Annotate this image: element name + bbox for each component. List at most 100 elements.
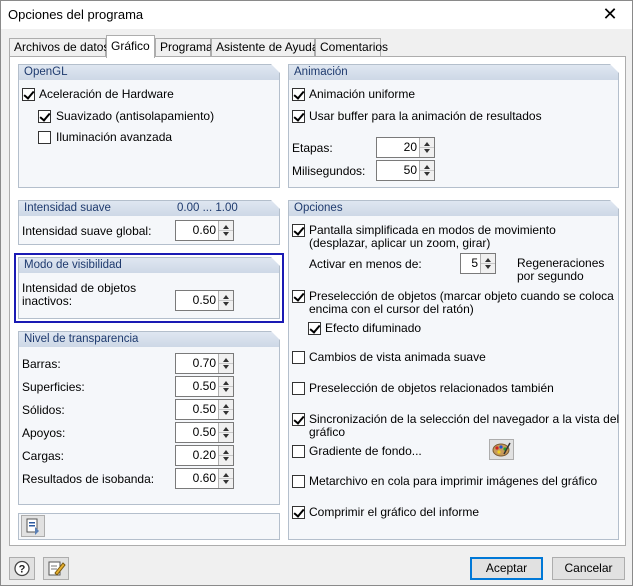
navigator-sync-label-line1: Sincronización de la selección del naveg… — [309, 412, 620, 426]
accept-button[interactable]: Aceptar — [470, 557, 543, 580]
metafile-label: Metarchivo en cola para imprimir imágene… — [309, 474, 598, 488]
simplified-display-label-line1: Pantalla simplificada en modos de movimi… — [309, 223, 556, 237]
spin-down-icon — [424, 172, 430, 176]
hardware-acceleration-label: Aceleración de Hardware — [39, 87, 174, 101]
transparency-label-surfaces: Superficies: — [22, 380, 85, 394]
spin-down-icon — [223, 411, 229, 415]
smooth-intensity-group: Intensidad suave 0.00 ... 1.00 Intensidad… — [18, 200, 280, 245]
milliseconds-spinner[interactable]: 50 — [376, 160, 435, 181]
spin-down-icon — [223, 232, 229, 236]
gradient-palette-button[interactable] — [489, 439, 514, 460]
spin-up-icon — [223, 404, 229, 408]
options-group: Opciones Pantalla simplificada en modos … — [288, 200, 619, 540]
stages-label: Etapas: — [292, 141, 333, 155]
object-preselection-checkbox[interactable] — [292, 290, 305, 303]
tab-program[interactable]: Programa — [155, 38, 213, 57]
object-preselection-label-line1: Preselección de objetos (marcar objeto c… — [309, 289, 614, 303]
animated-view-label: Cambios de vista animada suave — [309, 350, 486, 364]
smooth-intensity-header: Intensidad suave 0.00 ... 1.00 — [19, 200, 280, 216]
spin-down-icon — [223, 388, 229, 392]
blur-effect-checkbox[interactable] — [308, 322, 321, 335]
title-bar: Opciones del programa ✕ — [1, 1, 632, 29]
transparency-spinner-solids[interactable]: 0.50 — [175, 399, 234, 420]
tab-help-assistant[interactable]: Asistente de Ayuda — [211, 38, 319, 57]
edit-notes-icon — [48, 561, 66, 576]
animation-group-header: Animación — [289, 64, 619, 80]
global-intensity-spinner[interactable]: 0.60 — [175, 220, 234, 241]
transparency-label-solids: Sólidos: — [22, 403, 65, 417]
activate-below-label: Activar en menos de: — [309, 257, 422, 271]
options-group-header: Opciones — [289, 200, 619, 216]
tab-data-files[interactable]: Archivos de datos — [9, 38, 109, 57]
advanced-lighting-label: Iluminación avanzada — [56, 130, 173, 144]
transparency-header: Nivel de transparencia — [19, 331, 280, 347]
transparency-spinner-isoband[interactable]: 0.60 — [175, 468, 234, 489]
global-intensity-label: Intensidad suave global: — [22, 224, 152, 238]
transparency-group: Nivel de transparencia Barras: 0.70 Supe… — [18, 331, 280, 505]
smoothing-label: Suavizado (antisolapamiento) — [56, 109, 215, 123]
animation-buffer-label: Usar buffer para la animación de resulta… — [309, 109, 542, 123]
related-preselection-checkbox[interactable] — [292, 382, 305, 395]
metafile-checkbox[interactable] — [292, 475, 305, 488]
hardware-acceleration-checkbox[interactable] — [22, 88, 35, 101]
spin-up-icon — [223, 295, 229, 299]
regenerations-spinner[interactable]: 5 — [460, 253, 496, 274]
background-gradient-checkbox[interactable] — [292, 445, 305, 458]
tab-graphics[interactable]: Gráfico — [106, 35, 155, 58]
animation-group: Animación Animación uniforme Usar buffer… — [288, 64, 619, 188]
stages-spinner[interactable]: 20 — [376, 137, 435, 158]
spin-down-icon — [485, 265, 491, 269]
transparency-label-bars: Barras: — [22, 357, 61, 371]
tab-comments[interactable]: Comentarios — [315, 38, 388, 57]
compress-graphics-label: Comprimir el gráfico del informe — [309, 505, 480, 519]
spin-up-icon — [223, 450, 229, 454]
transparency-spinner-loads[interactable]: 0.20 — [175, 445, 234, 466]
transparency-spinner-surfaces[interactable]: 0.50 — [175, 376, 234, 397]
inactive-objects-spinner[interactable]: 0.50 — [175, 290, 234, 311]
help-button[interactable]: ? — [9, 557, 35, 580]
visibility-mode-header: Modo de visibilidad — [19, 257, 280, 273]
svg-text:?: ? — [19, 564, 26, 576]
advanced-lighting-checkbox[interactable] — [38, 131, 51, 144]
spin-down-icon — [424, 149, 430, 153]
animated-view-checkbox[interactable] — [292, 351, 305, 364]
help-icon: ? — [14, 560, 30, 577]
spin-up-icon — [485, 258, 491, 262]
spin-up-icon — [223, 473, 229, 477]
spin-up-icon — [223, 427, 229, 431]
reset-defaults-icon — [26, 518, 39, 535]
regenerations-label-line2: por segundo — [517, 269, 584, 283]
simplified-display-label-line2: (desplazar, aplicar un zoom, girar) — [309, 236, 491, 250]
transparency-label-supports: Apoyos: — [22, 426, 66, 440]
spin-down-icon — [223, 365, 229, 369]
transparency-label-loads: Cargas: — [22, 449, 65, 463]
blur-effect-label: Efecto difuminado — [325, 321, 422, 335]
left-toolbar-area — [18, 513, 280, 540]
milliseconds-label: Milisegundos: — [292, 164, 366, 178]
animation-buffer-checkbox[interactable] — [292, 110, 305, 123]
inactive-objects-label-line2: inactivos: — [22, 294, 73, 308]
spin-up-icon — [424, 165, 430, 169]
uniform-animation-label: Animación uniforme — [309, 87, 416, 101]
cancel-button[interactable]: Cancelar — [552, 557, 625, 580]
transparency-spinner-supports[interactable]: 0.50 — [175, 422, 234, 443]
regenerations-label-line1: Regeneraciones — [517, 256, 605, 270]
simplified-display-checkbox[interactable] — [292, 224, 305, 237]
spin-down-icon — [223, 457, 229, 461]
inactive-objects-label-line1: Intensidad de objetos — [22, 281, 137, 295]
smoothing-checkbox[interactable] — [38, 110, 51, 123]
spin-up-icon — [223, 358, 229, 362]
spin-up-icon — [223, 381, 229, 385]
options-dialog: Opciones del programa ✕ Archivos de dato… — [0, 0, 633, 586]
close-icon[interactable]: ✕ — [588, 1, 632, 29]
spin-up-icon — [424, 142, 430, 146]
edit-notes-button[interactable] — [43, 557, 69, 580]
navigator-sync-checkbox[interactable] — [292, 413, 305, 426]
opengl-group: OpenGL Aceleración de Hardware Suavizado… — [18, 64, 280, 188]
uniform-animation-checkbox[interactable] — [292, 88, 305, 101]
compress-graphics-checkbox[interactable] — [292, 506, 305, 519]
reset-defaults-button[interactable] — [21, 515, 45, 537]
visibility-mode-group: Modo de visibilidad Intensidad de objeto… — [18, 257, 280, 319]
related-preselection-label: Preselección de objetos relacionados tam… — [309, 381, 554, 395]
transparency-spinner-bars[interactable]: 0.70 — [175, 353, 234, 374]
